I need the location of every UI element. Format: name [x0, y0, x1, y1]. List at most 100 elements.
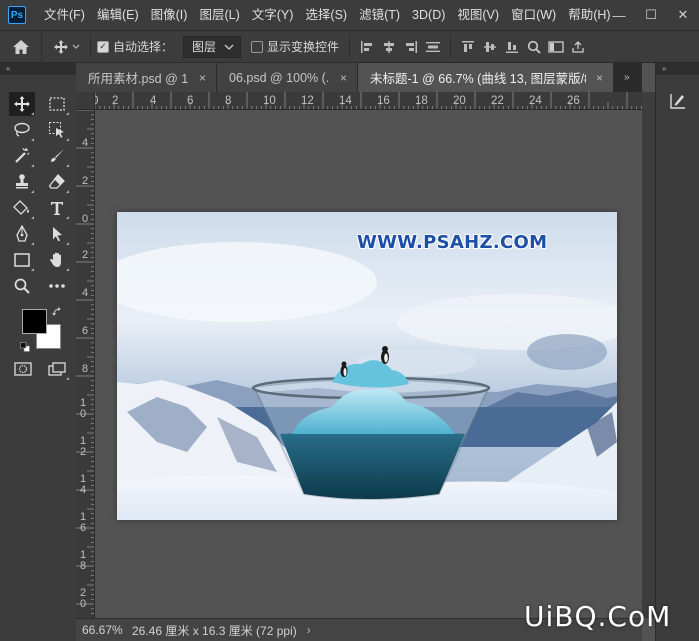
window-controls: — ☐ ✕	[603, 0, 699, 30]
marquee-tool[interactable]	[44, 92, 70, 116]
move-tool[interactable]	[9, 92, 35, 116]
share-button[interactable]	[567, 36, 589, 58]
show-transform-checkbox[interactable]	[251, 40, 264, 53]
menu-3d[interactable]: 3D(D)	[406, 0, 451, 30]
ruler-origin[interactable]	[76, 92, 95, 110]
menu-view[interactable]: 视图(V)	[451, 0, 505, 30]
site-watermark: UiBQ.CoM	[524, 600, 672, 633]
horizontal-ruler[interactable]: 0 2 4 6 8 10 12 14 16 18 20 22 24 26	[95, 92, 642, 110]
composite-photo	[117, 212, 617, 520]
separator	[450, 35, 452, 58]
align-vcenter-icon	[484, 41, 497, 52]
paint-bucket-icon	[13, 200, 29, 215]
brush-tool[interactable]	[44, 144, 70, 168]
align-top-button[interactable]	[457, 36, 479, 58]
object-select-tool[interactable]	[44, 118, 70, 142]
ruler-label: 14	[339, 95, 352, 107]
tab-document-3[interactable]: 未标题-1 @ 66.7% (曲线 13, 图层蒙版/8) * ×	[358, 63, 614, 92]
eraser-tool[interactable]	[44, 170, 70, 194]
collapse-toggle[interactable]: »	[656, 63, 699, 75]
close-window-button[interactable]: ✕	[667, 0, 699, 30]
ruler-label: 10	[79, 397, 87, 420]
menu-window[interactable]: 窗口(W)	[505, 0, 562, 30]
stamp-tool[interactable]	[9, 170, 35, 194]
pen-icon	[16, 225, 28, 242]
ps-app-icon[interactable]: Ps	[8, 6, 26, 24]
collapse-toggle[interactable]: «	[0, 63, 76, 75]
vertical-scrollbar[interactable]	[642, 92, 655, 618]
close-tab-icon[interactable]: ×	[199, 71, 206, 85]
hand-tool[interactable]	[44, 248, 70, 272]
path-select-tool[interactable]	[44, 222, 70, 246]
ruler-label: 0	[81, 213, 89, 225]
search-button[interactable]	[523, 36, 545, 58]
menu-layer[interactable]: 图层(L)	[193, 0, 245, 30]
tab-document-1[interactable]: 所用素材.psd @ 1... ×	[76, 63, 217, 92]
move-tool-preset[interactable]	[50, 36, 84, 58]
menu-filter[interactable]: 滤镜(T)	[353, 0, 406, 30]
align-left-button[interactable]	[356, 36, 378, 58]
auto-select-target-dropdown[interactable]: 图层	[183, 35, 242, 58]
workspace-button[interactable]	[545, 36, 567, 58]
chevron-down-icon	[224, 44, 234, 50]
menu-image[interactable]: 图像(I)	[145, 0, 194, 30]
ruler-label: 2	[112, 95, 119, 107]
align-top-icon	[462, 40, 475, 52]
tab-overflow[interactable]: »	[624, 63, 642, 92]
auto-select-checkbox[interactable]: ✓	[97, 40, 109, 53]
close-tab-icon[interactable]: ×	[340, 71, 347, 85]
align-bottom-icon	[506, 41, 519, 53]
close-tab-icon[interactable]: ×	[596, 71, 603, 85]
swap-colors-icon[interactable]	[52, 306, 62, 316]
quick-mask-button[interactable]	[10, 357, 36, 381]
foreground-color-swatch[interactable]	[22, 309, 47, 334]
rectangle-icon	[14, 253, 30, 267]
vertical-ruler[interactable]: 4 2 0 2 4 6 8 10 12 14 16 18 20	[76, 110, 95, 618]
hand-icon	[50, 252, 61, 267]
lasso-tool[interactable]	[9, 118, 35, 142]
tools-panel: «	[0, 63, 76, 641]
more-icon	[49, 284, 65, 288]
screen-mode-button[interactable]	[44, 357, 70, 381]
align-left-icon	[361, 40, 373, 53]
shape-tool[interactable]	[9, 248, 35, 272]
menu-type[interactable]: 文字(Y)	[246, 0, 300, 30]
status-menu-arrow[interactable]: ›	[307, 623, 311, 637]
properties-panel-button[interactable]	[665, 89, 691, 113]
align-right-button[interactable]	[400, 36, 422, 58]
magic-wand-icon	[15, 148, 30, 163]
more-tools[interactable]	[44, 274, 70, 298]
tab-document-2[interactable]: 06.psd @ 100% (... ×	[217, 63, 358, 92]
align-hcenter-button[interactable]	[378, 36, 400, 58]
tab-label: 所用素材.psd @ 1...	[88, 72, 189, 86]
menu-file[interactable]: 文件(F)	[38, 0, 91, 30]
auto-select-label: 自动选择：	[113, 40, 174, 54]
menu-edit[interactable]: 编辑(E)	[91, 0, 145, 30]
minimize-button[interactable]: —	[603, 0, 635, 30]
ruler-label: 20	[453, 95, 466, 107]
ruler-label: 6	[81, 325, 89, 337]
align-bottom-button[interactable]	[501, 36, 523, 58]
ruler-ticks	[95, 92, 642, 109]
options-bar: ✓ 自动选择： 图层 显示变换控件	[0, 30, 699, 63]
maximize-button[interactable]: ☐	[635, 0, 667, 30]
pen-tool[interactable]	[9, 222, 35, 246]
screen-mode-icon	[48, 362, 66, 376]
home-button[interactable]	[0, 30, 42, 63]
edit-panel-icon	[670, 94, 685, 109]
zoom-level[interactable]: 66.67%	[76, 623, 128, 637]
type-tool[interactable]	[44, 196, 70, 220]
align-right-icon	[406, 40, 418, 53]
ruler-label: 18	[415, 95, 428, 107]
ruler-label: 20	[79, 587, 87, 610]
align-vcenter-button[interactable]	[479, 36, 501, 58]
distribute-button[interactable]	[422, 36, 444, 58]
document-image[interactable]: WWW.PSAHZ.COM	[117, 212, 617, 520]
bucket-tool[interactable]	[9, 196, 35, 220]
ruler-label: 12	[301, 95, 314, 107]
zoom-tool[interactable]	[9, 274, 35, 298]
document-tabs: 所用素材.psd @ 1... × 06.psd @ 100% (... × 未…	[76, 63, 642, 92]
menu-select[interactable]: 选择(S)	[299, 0, 353, 30]
eyedropper-wand-tool[interactable]	[9, 144, 35, 168]
default-colors-icon[interactable]	[20, 341, 30, 352]
